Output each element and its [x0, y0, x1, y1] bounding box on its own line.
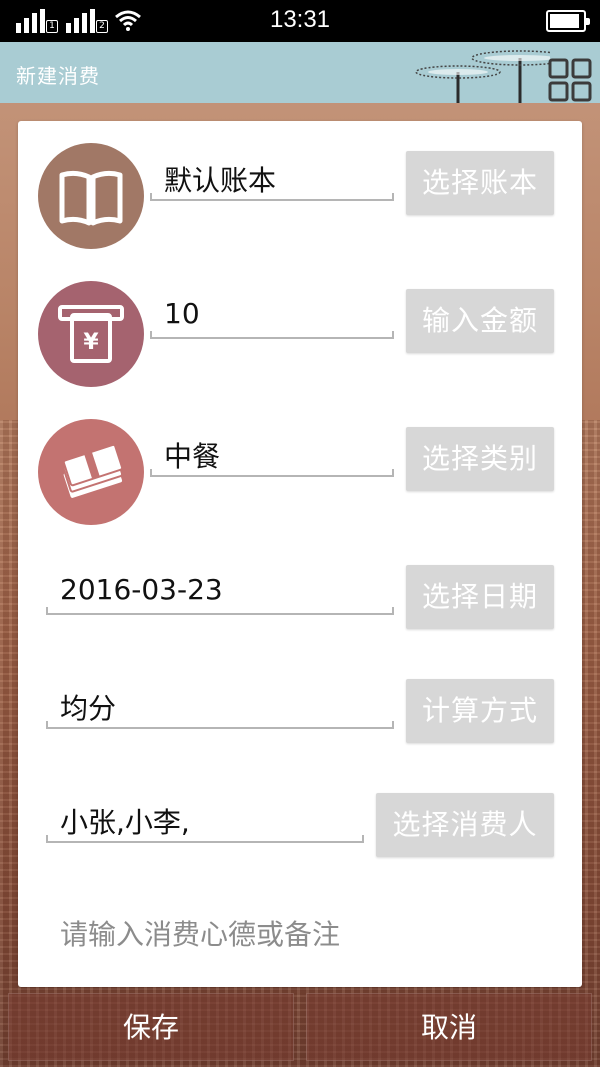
category-value: 中餐: [164, 440, 221, 473]
category-field[interactable]: 中餐: [150, 431, 394, 477]
grid-icon[interactable]: [548, 58, 592, 102]
split-method-value: 均分: [60, 692, 117, 725]
enter-amount-button[interactable]: 输入金额: [406, 289, 554, 353]
svg-text:¥: ¥: [83, 330, 99, 355]
account-book-field[interactable]: 默认账本: [150, 155, 394, 201]
clock: 13:31: [269, 6, 331, 33]
amount-value: 10: [164, 297, 200, 330]
date-field[interactable]: 2016-03-23: [46, 569, 394, 615]
title-bar: 新建消费: [0, 42, 600, 103]
participants-value: 小张,小李,: [60, 806, 190, 839]
date-value: 2016-03-23: [60, 573, 223, 606]
battery-fill: [550, 14, 579, 28]
select-account-book-button[interactable]: 选择账本: [406, 151, 554, 215]
palm-tree-decoration: [415, 50, 550, 103]
battery-icon: [546, 10, 590, 32]
select-date-button[interactable]: 选择日期: [406, 565, 554, 629]
save-button[interactable]: 保存: [8, 993, 294, 1061]
split-method-button[interactable]: 计算方式: [406, 679, 554, 743]
split-method-field[interactable]: 均分: [46, 683, 394, 729]
page-title: 新建消费: [16, 64, 100, 88]
book-icon: [38, 143, 144, 249]
expense-form-card: 默认账本 选择账本 ¥ 10 输入金额 中餐 选择类别 2016-03-23 选…: [18, 121, 582, 987]
account-book-value: 默认账本: [164, 164, 277, 197]
cash-stack-icon: [38, 419, 144, 525]
status-bar: 1 2 13:31: [0, 0, 600, 42]
select-category-button[interactable]: 选择类别: [406, 427, 554, 491]
amount-field[interactable]: 10: [150, 293, 394, 339]
select-participants-button[interactable]: 选择消费人: [376, 793, 554, 857]
participants-field[interactable]: 小张,小李,: [46, 797, 364, 843]
atm-yen-icon: ¥: [38, 281, 144, 387]
cancel-button[interactable]: 取消: [306, 993, 592, 1061]
notes-input[interactable]: 请输入消费心德或备注: [60, 913, 340, 953]
